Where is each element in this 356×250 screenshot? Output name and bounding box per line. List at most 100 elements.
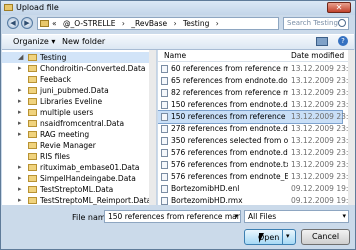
folder-icon — [28, 98, 37, 105]
file-row-selected[interactable]: 150 references from reference manager.tx… — [158, 110, 348, 124]
expand-icon[interactable]: ▸ — [18, 64, 22, 72]
tree-item[interactable]: ▸ rituximab_embase01.Data — [2, 162, 150, 173]
search-input[interactable]: Search Testing — [283, 17, 349, 30]
file-row[interactable]: 60 references from reference manager.txt… — [158, 63, 348, 75]
expand-icon[interactable]: ▸ — [18, 196, 22, 204]
tree-item[interactable]: Feeback — [2, 74, 150, 85]
file-date: 13.12.2009 23:07 — [291, 64, 348, 73]
folder-icon — [28, 142, 37, 149]
file-name: 576 references from endnote.txt — [171, 160, 288, 169]
file-type-filter[interactable]: All Files ▾ — [244, 210, 349, 223]
tree-item-label: Libraries Eveline — [40, 97, 103, 106]
tree-item[interactable]: ▸ Libraries Eveline — [2, 96, 150, 107]
endnote-file-icon — [161, 185, 168, 193]
folder-icon — [28, 76, 37, 83]
close-button[interactable]: ✕ — [327, 2, 351, 13]
breadcrumb-item[interactable]: @_O-STRELLE — [63, 19, 115, 28]
file-row[interactable]: 576 references from endnote.txt 13.12.200… — [158, 159, 348, 171]
file-row[interactable]: 278 references from endnote.doc 13.12.200… — [158, 123, 348, 135]
file-list-scrollbar[interactable] — [348, 50, 355, 205]
word-doc-icon — [161, 101, 168, 109]
expand-icon[interactable]: ▸ — [18, 185, 22, 193]
file-row[interactable]: 576 references from endnote.doc 13.12.200… — [158, 147, 348, 159]
tree-item-testing[interactable]: ◢ Testing — [2, 52, 150, 63]
tree-item-label: Testing — [40, 53, 67, 62]
text-file-icon — [161, 65, 168, 73]
file-name: 150 references from reference manager.tx… — [171, 112, 288, 121]
expand-icon[interactable]: ▸ — [18, 163, 22, 171]
folder-icon — [28, 65, 37, 72]
breadcrumb-separator[interactable]: › — [122, 19, 125, 28]
tree-scrollbar[interactable] — [149, 50, 156, 205]
folder-icon — [40, 20, 49, 27]
tree-item[interactable]: ▸ juni_pubmed.Data — [2, 85, 150, 96]
open-button[interactable]: Open ▾ — [244, 229, 296, 245]
address-bar[interactable]: « @_O-STRELLE › _RevBase › Testing › ⟳ — [37, 17, 307, 30]
forward-arrow-icon[interactable]: ▶ — [21, 17, 33, 29]
expand-icon[interactable]: ▸ — [18, 174, 22, 182]
chevron-down-icon[interactable]: ▾ — [342, 211, 346, 222]
tree-item[interactable]: ▸ nsaidfromcentral.Data — [2, 118, 150, 129]
tree-item[interactable]: ▸ TestStreptoML.Data — [2, 184, 150, 195]
expand-icon[interactable]: ▸ — [18, 97, 22, 105]
back-arrow-icon[interactable]: ◀ — [7, 17, 19, 29]
file-name: 150 references from endnote.doc — [171, 100, 288, 109]
file-date: 13.12.2009 23:19 — [291, 148, 348, 157]
tree-item[interactable]: ▸ RAG meeting — [2, 129, 150, 140]
file-name-field[interactable]: 150 references from reference manager.tx… — [104, 210, 241, 223]
file-list: Name Date modified 60 references from re… — [158, 50, 348, 205]
expand-icon[interactable]: ▸ — [18, 130, 22, 138]
file-date: 13.12.2009 23:06 — [291, 112, 348, 121]
column-header-name[interactable]: Name — [164, 51, 186, 60]
tree-item[interactable]: Revie Manager — [2, 140, 150, 151]
help-icon[interactable]: ? — [338, 36, 348, 46]
tree-item-label: Feeback — [40, 75, 71, 84]
breadcrumb-separator[interactable]: › — [174, 19, 177, 28]
file-date: 09.12.2009 19:24 — [291, 184, 348, 193]
column-header-date[interactable]: Date modified — [291, 51, 344, 60]
file-name: 576 references from endnote_Errors.txt — [171, 172, 288, 181]
file-row[interactable]: 350 references selected from old version… — [158, 135, 348, 147]
search-icon[interactable] — [338, 19, 346, 27]
collapse-icon[interactable]: ◢ — [18, 53, 23, 61]
breadcrumb-separator[interactable]: › — [216, 19, 219, 28]
expand-icon[interactable]: ▸ — [18, 86, 22, 94]
file-row[interactable]: 65 references from endnote.doc 13.12.2009… — [158, 75, 348, 87]
tree-item[interactable]: ▸ TestStreptoML_Reimport.Data — [2, 195, 152, 205]
cancel-button[interactable]: Cancel — [301, 229, 350, 245]
new-folder-button[interactable]: New folder — [62, 37, 105, 46]
file-row[interactable]: BortezomibHD.rmx 09.12.2009 19:24 — [158, 195, 348, 205]
organize-button[interactable]: Organize ▾ — [13, 37, 55, 46]
breadcrumb-item[interactable]: _RevBase — [131, 19, 167, 28]
tree-item[interactable]: ▸ SimpelHandeingabe.Data — [2, 173, 150, 184]
upload-file-dialog: Upload file ✕ ◀ ▶ « @_O-STRELLE › _RevBa… — [0, 0, 356, 250]
file-row[interactable]: 150 references from endnote.doc 13.12.200… — [158, 99, 348, 111]
tree-item[interactable]: RIS files — [2, 151, 150, 162]
folder-icon — [28, 164, 37, 171]
breadcrumb[interactable]: « @_O-STRELLE › _RevBase › Testing › — [52, 19, 223, 28]
file-date: 13.12.2009 23:17 — [291, 136, 348, 145]
file-date: 13.12.2009 23:22 — [291, 172, 348, 181]
file-type-value: All Files — [248, 212, 277, 221]
folder-icon — [28, 54, 37, 61]
file-row[interactable]: 576 references from endnote_Errors.txt13… — [158, 171, 348, 183]
view-options-icon[interactable] — [316, 37, 328, 46]
file-row[interactable]: BortezomibHD.enl 09.12.2009 19:24 — [158, 183, 348, 195]
file-name: 60 references from reference manager.txt — [171, 64, 288, 73]
breadcrumb-overflow[interactable]: « — [52, 19, 57, 28]
file-row[interactable]: 82 references from reference manager.txt… — [158, 87, 348, 99]
chevron-down-icon[interactable]: ▾ — [234, 211, 238, 222]
breadcrumb-item[interactable]: Testing — [183, 19, 209, 28]
window-title: Upload file — [16, 3, 59, 12]
chevron-down-icon[interactable]: ▾ — [286, 232, 290, 240]
expand-icon[interactable]: ▸ — [18, 119, 22, 127]
file-name: 65 references from endnote.doc — [171, 76, 288, 85]
text-file-icon — [161, 113, 168, 121]
expand-icon[interactable]: ▸ — [18, 108, 22, 116]
file-name: BortezomibHD.enl — [171, 184, 240, 193]
tree-item[interactable]: ▸ Chondroitin-Converted.Data — [2, 63, 150, 74]
tree-item[interactable]: ▸ multiple users — [2, 107, 150, 118]
tree-item-label: TestStreptoML_Reimport.Data — [40, 196, 152, 205]
command-toolbar: Organize ▾ New folder ? — [2, 34, 354, 50]
title-bar[interactable]: Upload file ✕ — [1, 1, 355, 15]
